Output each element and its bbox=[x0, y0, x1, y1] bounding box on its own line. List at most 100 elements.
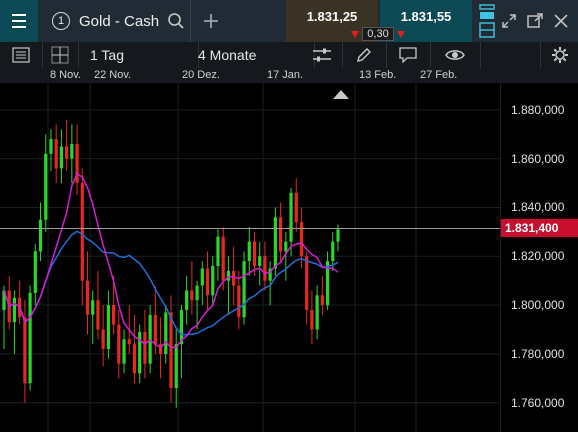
candle bbox=[59, 129, 64, 184]
price-axis: 1.831,400 1.880,000 1.860,000 1.840,000 1.8… bbox=[500, 83, 578, 432]
candle-body bbox=[132, 344, 137, 374]
expand-icon[interactable] bbox=[500, 12, 518, 30]
candle-body bbox=[117, 324, 121, 364]
candle bbox=[33, 244, 37, 306]
candle-body bbox=[289, 192, 293, 242]
interval-selector[interactable]: 1 Tag bbox=[78, 42, 199, 68]
spread-indicator: 0,30 bbox=[351, 27, 405, 41]
comment-button[interactable] bbox=[386, 42, 431, 68]
candle-body bbox=[59, 146, 64, 169]
candle bbox=[216, 229, 220, 281]
candle bbox=[247, 226, 251, 276]
instrument-number-badge: 1 bbox=[52, 12, 70, 30]
window-controls bbox=[474, 0, 578, 42]
instrument-selector[interactable]: 1 Gold - Cash bbox=[40, 0, 190, 42]
plus-icon bbox=[204, 14, 218, 28]
candle-body bbox=[284, 241, 288, 252]
candle bbox=[325, 251, 330, 310]
candle-body bbox=[38, 219, 43, 252]
candle bbox=[320, 275, 324, 315]
candle bbox=[117, 309, 121, 379]
list-icon bbox=[12, 47, 30, 63]
candle-body bbox=[153, 314, 157, 345]
candle bbox=[263, 241, 267, 291]
candle-body bbox=[273, 217, 277, 269]
candle-body bbox=[315, 295, 319, 330]
candle bbox=[54, 124, 58, 184]
candle-body bbox=[200, 268, 204, 286]
moving-average-slow-line bbox=[3, 230, 339, 336]
candle-body bbox=[169, 312, 173, 389]
drawing-tool-button[interactable] bbox=[342, 42, 387, 68]
candle bbox=[75, 124, 79, 196]
candle-body bbox=[23, 317, 27, 384]
scroll-marker-icon[interactable] bbox=[333, 90, 349, 99]
candle-body bbox=[70, 144, 74, 159]
candle-body bbox=[305, 256, 309, 310]
candle bbox=[85, 251, 90, 335]
indicators-button[interactable] bbox=[302, 42, 343, 68]
candle bbox=[132, 314, 137, 384]
layout-icon[interactable] bbox=[478, 3, 496, 21]
candle-body bbox=[96, 300, 100, 330]
candle-body bbox=[174, 344, 178, 389]
candle bbox=[200, 261, 204, 306]
candle-body bbox=[299, 222, 304, 257]
candle bbox=[122, 329, 126, 374]
candle-body bbox=[28, 292, 32, 384]
candle-body bbox=[263, 256, 267, 281]
date-tick-label: 8 Nov. bbox=[50, 69, 81, 81]
date-axis: 8 Nov. 22 Nov. 20 Dez. 17 Jan. 13 Feb. 2… bbox=[0, 68, 578, 83]
candle-body bbox=[54, 139, 58, 169]
layout-split-icon[interactable] bbox=[478, 21, 496, 39]
candle bbox=[138, 324, 142, 384]
candle-body bbox=[258, 256, 262, 267]
candle-body bbox=[216, 236, 220, 267]
close-icon[interactable] bbox=[552, 12, 570, 30]
candle bbox=[91, 290, 95, 345]
instrument-name: Gold - Cash bbox=[79, 12, 160, 30]
crosshair-button[interactable] bbox=[42, 42, 79, 68]
popout-icon[interactable] bbox=[526, 12, 544, 30]
candle bbox=[106, 290, 110, 359]
date-tick-label: 20 Dez. bbox=[182, 69, 220, 81]
candle bbox=[278, 202, 283, 262]
period-selector[interactable]: 4 Monate bbox=[186, 42, 315, 68]
visibility-button[interactable] bbox=[430, 42, 481, 68]
candle bbox=[70, 124, 74, 184]
candle-body bbox=[252, 241, 257, 267]
candle bbox=[305, 251, 309, 325]
price-tick-label: 1.820,000 bbox=[511, 249, 565, 264]
candle bbox=[164, 305, 168, 364]
spread-value: 0,30 bbox=[362, 27, 394, 41]
candle-body bbox=[195, 285, 199, 301]
add-instrument-button[interactable] bbox=[190, 0, 231, 42]
candle-body bbox=[127, 339, 131, 345]
candle-body bbox=[211, 266, 215, 296]
candle-body bbox=[205, 268, 210, 296]
menu-icon[interactable] bbox=[0, 0, 38, 42]
speech-bubble-icon bbox=[399, 47, 417, 63]
candle bbox=[169, 295, 173, 403]
candle-body bbox=[164, 312, 168, 354]
price-chart[interactable] bbox=[0, 83, 500, 432]
down-arrow-icon bbox=[396, 30, 405, 38]
candle-body bbox=[320, 295, 324, 306]
candle bbox=[310, 290, 314, 345]
current-price-label: 1.831,400 bbox=[501, 219, 578, 238]
search-icon[interactable] bbox=[167, 12, 185, 30]
date-tick-label: 13 Feb. bbox=[359, 69, 397, 81]
date-tick-label: 27 Feb. bbox=[420, 69, 458, 81]
list-view-button[interactable] bbox=[0, 42, 43, 68]
price-tick-label: 1.760,000 bbox=[511, 395, 565, 410]
settings-button[interactable] bbox=[540, 42, 578, 68]
candle bbox=[294, 178, 298, 232]
candle-body bbox=[44, 153, 48, 220]
candle-body bbox=[278, 217, 283, 252]
sliders-icon bbox=[313, 48, 331, 62]
eye-icon bbox=[445, 50, 465, 60]
candle bbox=[315, 285, 319, 340]
candle bbox=[211, 256, 215, 306]
candle bbox=[185, 275, 189, 325]
candle-body bbox=[331, 241, 335, 262]
